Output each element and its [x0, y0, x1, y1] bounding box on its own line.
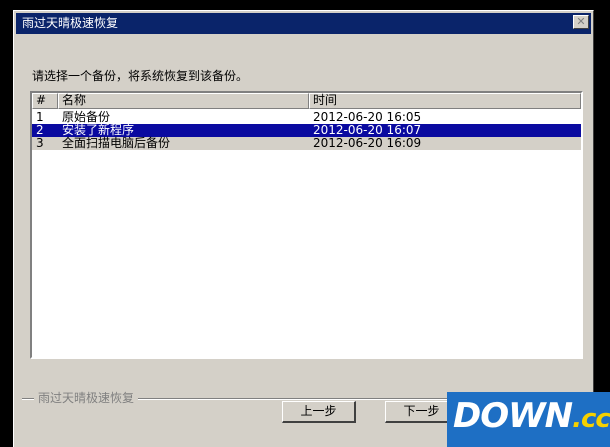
list-header: # 名称 时间 [32, 93, 581, 109]
footer-brand-label: 雨过天晴极速恢复 [34, 389, 139, 406]
back-button[interactable]: 上一步 [282, 401, 356, 423]
column-header-time[interactable]: 时间 [309, 93, 581, 109]
close-button[interactable]: ✕ [573, 15, 589, 29]
close-icon: ✕ [576, 15, 586, 28]
backup-list[interactable]: # 名称 时间 1 原始备份 2012-06-20 16:05 2 安装了新程序… [30, 91, 583, 359]
row-time: 2012-06-20 16:09 [313, 136, 422, 150]
instruction-text: 请选择一个备份，将系统恢复到该备份。 [32, 69, 249, 83]
row-name: 全面扫描电脑后备份 [62, 136, 171, 150]
window-title: 雨过天晴极速恢复 [22, 16, 119, 30]
restore-dialog: 雨过天晴极速恢复 ✕ 请选择一个备份，将系统恢复到该备份。 # 名称 时间 1 … [13, 10, 594, 447]
title-bar[interactable]: 雨过天晴极速恢复 ✕ [16, 13, 591, 34]
column-header-num[interactable]: # [32, 93, 58, 109]
column-header-name[interactable]: 名称 [58, 93, 309, 109]
row-num: 3 [36, 136, 44, 150]
list-item[interactable]: 3 全面扫描电脑后备份 2012-06-20 16:09 [32, 137, 581, 150]
watermark-text: DOWN.cc [453, 396, 610, 436]
watermark-logo: DOWN.cc [447, 392, 610, 447]
